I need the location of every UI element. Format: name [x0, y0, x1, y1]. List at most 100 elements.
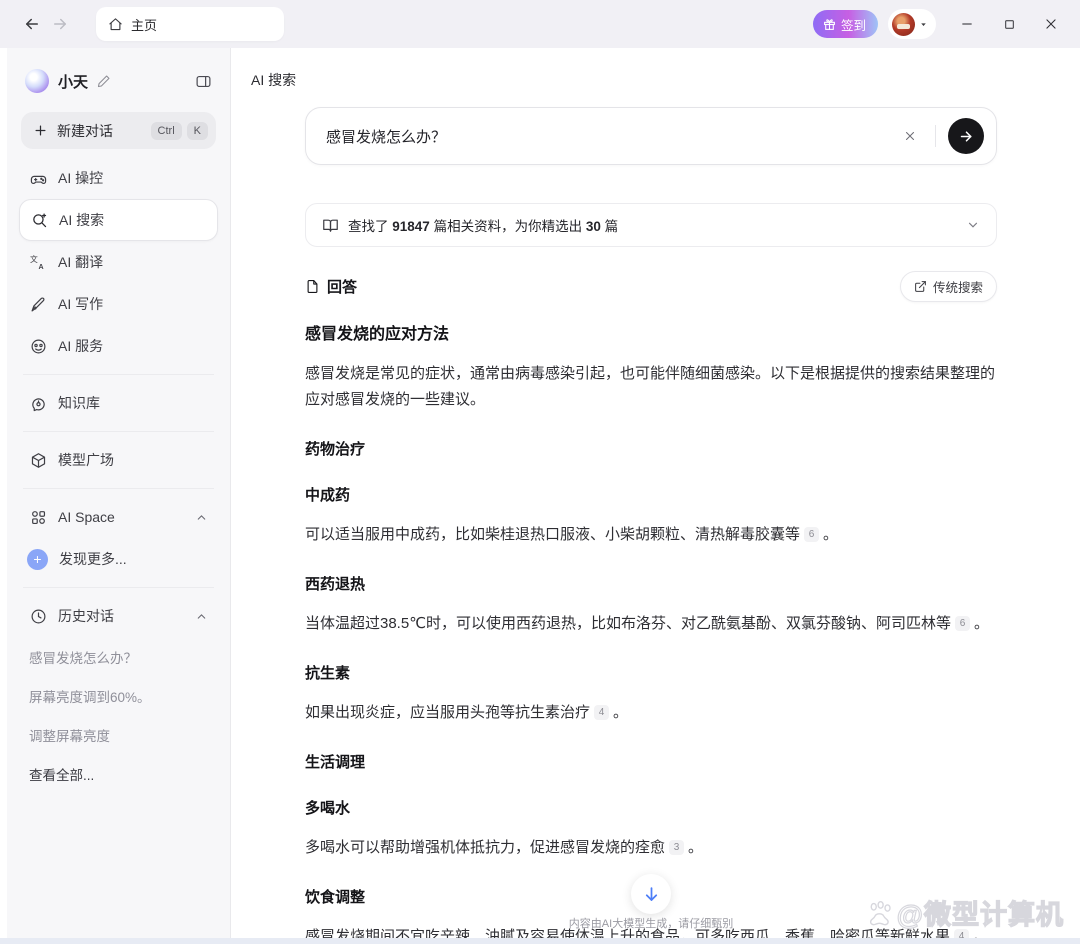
ai-search-icon — [30, 212, 48, 229]
checkin-button[interactable]: 签到 — [813, 10, 878, 38]
expand-sources-button[interactable] — [966, 218, 980, 232]
article-paragraph: 如果出现炎症，应当服用头孢等抗生素治疗4。 — [305, 700, 997, 726]
pencil-icon — [97, 74, 111, 88]
sidebar-item-history[interactable]: 历史对话 — [19, 595, 218, 637]
sidebar-item-ai-control[interactable]: AI 操控 — [19, 157, 218, 199]
maximize-icon — [1003, 18, 1016, 31]
answer-header-row: 回答 传统搜索 — [305, 271, 997, 302]
svg-text:文: 文 — [30, 254, 38, 264]
sidebar-item-knowledge-base[interactable]: 知识库 — [19, 382, 218, 424]
edit-name-button[interactable] — [97, 74, 111, 88]
back-arrow-icon — [23, 15, 41, 33]
forward-button[interactable] — [46, 10, 74, 38]
knowledge-base-icon — [29, 395, 47, 412]
back-button[interactable] — [18, 10, 46, 38]
account-menu[interactable] — [888, 9, 936, 39]
scroll-to-bottom-button[interactable] — [631, 874, 671, 914]
panel-collapse-icon — [195, 73, 212, 90]
sidebar-item-ai-services[interactable]: AI 服务 — [19, 325, 218, 367]
article-paragraph: 当体温超过38.5℃时，可以使用西药退热，比如布洛芬、对乙酰氨基酚、双氯芬酸钠、… — [305, 611, 997, 637]
tab-title: 主页 — [131, 15, 157, 34]
citation-badge[interactable]: 3 — [669, 840, 684, 855]
arrow-down-icon — [642, 885, 661, 904]
forward-arrow-icon — [51, 15, 69, 33]
summary-text: 查找了 91847 篇相关资料，为你精选出 30 篇 — [348, 215, 618, 235]
article-heading: 西药退热 — [305, 573, 997, 594]
caret-down-icon — [919, 20, 928, 29]
sidebar-item-discover-more[interactable]: + 发现更多... — [19, 538, 218, 580]
page-title: AI 搜索 — [231, 48, 1080, 90]
gift-icon — [823, 18, 836, 31]
divider — [23, 488, 214, 489]
searchbox-divider — [935, 125, 936, 147]
traditional-search-label: 传统搜索 — [933, 277, 983, 296]
ai-disclaimer: 内容由AI大模型生成，请仔细甄别 — [305, 915, 997, 931]
divider — [23, 431, 214, 432]
app-body: 小天 新建对话 Ctrl K — [0, 48, 1080, 938]
citation-badge[interactable]: 6 — [804, 527, 819, 542]
citation-badge[interactable]: 6 — [955, 616, 970, 631]
home-icon — [108, 17, 123, 32]
translate-icon: 文A — [29, 254, 47, 271]
view-all-history[interactable]: 查看全部... — [19, 754, 218, 793]
sidebar-item-model-plaza[interactable]: 模型广场 — [19, 439, 218, 481]
search-box[interactable]: 感冒发烧怎么办？ — [305, 107, 997, 165]
submit-search-button[interactable] — [948, 118, 984, 154]
close-icon — [1044, 17, 1058, 31]
sidebar-item-ai-space[interactable]: AI Space — [19, 496, 218, 538]
sidebar-item-ai-writing[interactable]: AI 写作 — [19, 283, 218, 325]
sidebar: 小天 新建对话 Ctrl K — [0, 48, 231, 938]
sidebar-item-label: 发现更多... — [59, 549, 127, 569]
history-item[interactable]: 调整屏幕亮度 — [19, 715, 218, 754]
minimize-icon — [960, 17, 974, 31]
main-panel: AI 搜索 感冒发烧怎么办？ 查找了 91847 篇相关资料，为你精选出 3 — [231, 48, 1080, 938]
sidebar-item-ai-search[interactable]: AI 搜索 — [19, 199, 218, 241]
divider — [23, 587, 214, 588]
shortcut-keys: Ctrl K — [151, 122, 208, 140]
history-title: 历史对话 — [58, 606, 114, 626]
avatar — [892, 13, 915, 36]
new-chat-button[interactable]: 新建对话 Ctrl K — [21, 112, 216, 149]
grid-icon — [29, 509, 47, 526]
clear-search-button[interactable] — [897, 123, 923, 149]
article-heading: 多喝水 — [305, 797, 997, 818]
history-item[interactable]: 感冒发烧怎么办？ — [19, 637, 218, 676]
picked-results-count: 30 — [586, 219, 601, 234]
sidebar-item-label: AI 搜索 — [59, 210, 104, 230]
chevron-up-icon — [195, 610, 208, 623]
titlebar: 主页 签到 — [0, 0, 1080, 48]
total-results-count: 91847 — [392, 219, 430, 234]
gamepad-icon — [29, 170, 47, 187]
maximize-button[interactable] — [994, 9, 1024, 39]
svg-text:A: A — [38, 262, 43, 270]
answer-article: 感冒发烧的应对方法 感冒发烧是常见的症状，通常由病毒感染引起，也可能伴随细菌感染… — [305, 320, 997, 938]
keycap-k: K — [187, 122, 208, 140]
article-title: 感冒发烧的应对方法 — [305, 320, 997, 344]
sidebar-item-ai-translate[interactable]: 文A AI 翻译 — [19, 241, 218, 283]
chevron-down-icon — [966, 218, 980, 232]
pen-icon — [29, 296, 47, 313]
sidebar-item-label: AI Space — [58, 509, 115, 525]
external-link-icon — [914, 280, 927, 293]
clear-icon — [903, 129, 917, 143]
citation-badge[interactable]: 4 — [594, 705, 609, 720]
history-item[interactable]: 屏幕亮度调到60%。 — [19, 676, 218, 715]
search-query[interactable]: 感冒发烧怎么办？ — [326, 126, 897, 147]
collapse-sidebar-button[interactable] — [195, 73, 212, 90]
close-button[interactable] — [1036, 9, 1066, 39]
collapse-history-button[interactable] — [195, 610, 208, 623]
plus-icon — [33, 123, 48, 138]
checkin-label: 签到 — [841, 15, 866, 34]
traditional-search-button[interactable]: 传统搜索 — [900, 271, 997, 302]
article-heading: 抗生素 — [305, 662, 997, 683]
clock-icon — [29, 608, 47, 625]
collapse-ai-space-button[interactable] — [195, 511, 208, 524]
sources-summary-bar[interactable]: 查找了 91847 篇相关资料，为你精选出 30 篇 — [305, 203, 997, 247]
book-icon — [322, 217, 339, 234]
sidebar-item-label: 模型广场 — [58, 450, 114, 470]
sidebar-item-label: AI 翻译 — [58, 252, 103, 272]
minimize-button[interactable] — [952, 9, 982, 39]
assistant-name: 小天 — [58, 71, 88, 92]
article-heading: 中成药 — [305, 484, 997, 505]
tab-home[interactable]: 主页 — [96, 7, 284, 41]
